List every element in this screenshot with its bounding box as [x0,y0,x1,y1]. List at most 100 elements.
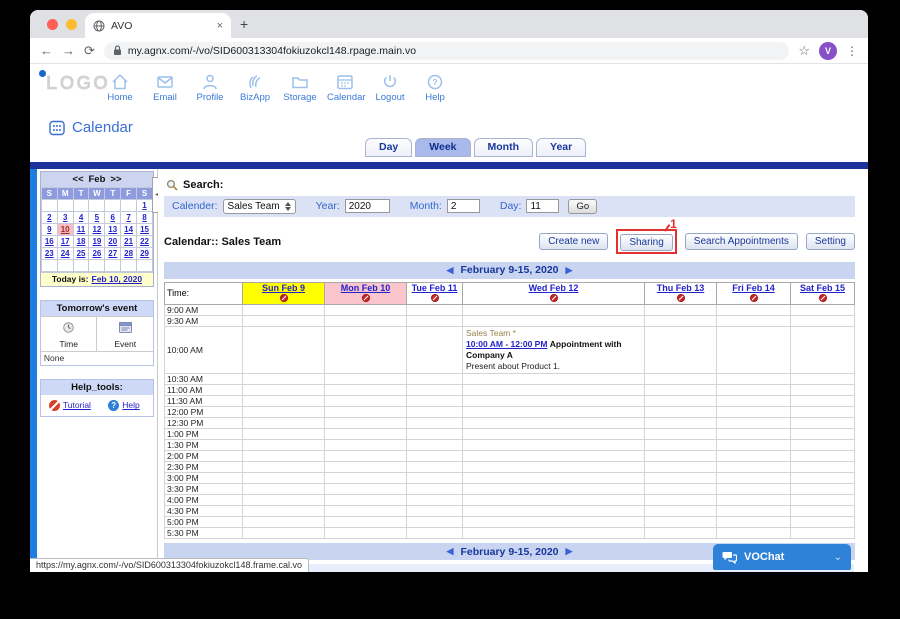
grid-cell[interactable] [242,516,325,528]
grid-cell[interactable] [716,325,791,375]
grid-cell[interactable] [406,395,463,407]
grid-cell[interactable] [406,314,463,327]
grid-cell[interactable] [324,428,407,440]
chevron-down-icon[interactable]: ⌄ [834,552,842,563]
grid-cell[interactable] [406,494,463,506]
block-day-icon[interactable] [818,293,827,302]
grid-cell[interactable] [716,417,791,429]
grid-cell[interactable] [716,395,791,407]
grid-cell[interactable] [324,461,407,473]
mini-calendar-day-link[interactable]: 6 [111,213,115,222]
grid-cell[interactable] [324,483,407,495]
nav-item-profile[interactable]: Profile [192,72,228,103]
grid-cell[interactable] [242,494,325,506]
mini-calendar-day-link[interactable]: 11 [77,225,85,234]
grid-cell[interactable] [324,395,407,407]
block-day-icon[interactable] [549,293,558,302]
grid-cell[interactable] [644,325,717,375]
grid-cell[interactable] [324,303,407,316]
help-link-cell[interactable]: ? Help [97,399,151,411]
grid-cell[interactable] [242,527,325,539]
mini-calendar-day-link[interactable]: 1 [142,201,146,210]
mini-calendar-day-link[interactable]: 28 [124,249,133,258]
grid-cell[interactable] [644,516,717,528]
setting-button[interactable]: Setting [805,233,855,251]
mini-calendar-day[interactable]: 24 [56,246,74,260]
event-cell[interactable]: Sales Team * 10:00 AM - 12:00 PM Appointm… [462,325,645,375]
grid-cell[interactable] [242,303,325,316]
mini-calendar-day-link[interactable]: 19 [92,237,101,246]
nav-item-bizapp[interactable]: BizApp [237,72,273,103]
grid-cell[interactable] [790,395,855,407]
grid-cell[interactable] [242,428,325,440]
grid-cell[interactable] [790,325,855,375]
mini-calendar-day-link[interactable]: 4 [79,213,83,222]
grid-cell[interactable] [406,483,463,495]
grid-cell[interactable] [716,384,791,396]
grid-cell[interactable] [406,417,463,429]
grid-cell[interactable] [716,505,791,517]
grid-cell[interactable] [644,314,717,327]
grid-cell[interactable] [406,472,463,484]
grid-cell[interactable] [644,417,717,429]
grid-cell[interactable] [716,527,791,539]
day-link[interactable]: Mon Feb 10 [325,283,406,293]
mini-calendar-day-link[interactable]: 20 [108,237,117,246]
grid-cell[interactable] [644,483,717,495]
mini-calendar-day-link[interactable]: 5 [95,213,99,222]
mini-calendar-day[interactable]: 26 [88,246,106,260]
mini-calendar-day-link[interactable]: 17 [61,237,70,246]
mini-calendar-day-link[interactable]: 13 [108,225,117,234]
minimize-window-button[interactable] [66,19,77,30]
sharing-button[interactable]: Sharing [620,234,673,252]
grid-cell[interactable] [716,494,791,506]
grid-cell[interactable] [324,314,407,327]
back-button[interactable]: ← [40,44,53,57]
grid-cell[interactable] [644,494,717,506]
nav-item-logout[interactable]: Logout [372,72,408,103]
grid-cell[interactable] [462,494,645,506]
tutorial-link[interactable]: Tutorial [63,400,91,410]
mini-calendar-day-link[interactable]: 12 [92,225,101,234]
day-link[interactable]: Sun Feb 9 [243,283,324,293]
prev-week-button[interactable]: ◀ [447,265,454,276]
grid-cell[interactable] [406,461,463,473]
grid-cell[interactable] [790,527,855,539]
grid-cell[interactable] [462,303,645,316]
event-continuation-cell[interactable] [462,384,645,396]
grid-cell[interactable] [716,303,791,316]
mini-calendar-day[interactable]: 6 [104,210,122,224]
grid-cell[interactable] [644,461,717,473]
grid-cell[interactable] [716,373,791,385]
address-bar[interactable]: my.agnx.com/-/vo/SID600313304fokiuzokcl1… [103,41,790,60]
grid-cell[interactable] [324,505,407,517]
grid-cell[interactable] [644,527,717,539]
help-link[interactable]: Help [122,400,139,410]
mini-calendar-day-link[interactable]: 7 [126,213,130,222]
mini-calendar-day[interactable]: 5 [88,210,106,224]
mini-calendar-day[interactable]: 17 [56,234,74,248]
grid-cell[interactable] [644,384,717,396]
vochat-widget[interactable]: VOChat ⌄ [713,544,851,570]
mini-calendar-day[interactable]: 2 [40,210,58,224]
grid-cell[interactable] [644,373,717,385]
grid-cell[interactable] [716,406,791,418]
mini-calendar-day[interactable]: 14 [120,222,138,236]
grid-cell[interactable] [406,505,463,517]
day-link[interactable]: Wed Feb 12 [463,283,644,293]
mini-calendar-day[interactable]: 8 [136,210,153,224]
grid-cell[interactable] [324,406,407,418]
tab-day[interactable]: Day [365,138,413,157]
search-appointments-button[interactable]: Search Appointments [684,233,798,251]
mini-calendar-day[interactable]: 12 [88,222,106,236]
mini-calendar-day[interactable]: 13 [104,222,122,236]
prev-week-button-bottom[interactable]: ◀ [447,546,454,557]
grid-cell[interactable] [406,325,463,375]
grid-cell[interactable] [324,472,407,484]
tutorial-link-cell[interactable]: Tutorial [43,399,97,411]
mini-calendar-day[interactable]: 4 [72,210,90,224]
grid-cell[interactable] [644,428,717,440]
grid-cell[interactable] [644,439,717,451]
grid-cell[interactable] [790,406,855,418]
grid-cell[interactable] [790,450,855,462]
